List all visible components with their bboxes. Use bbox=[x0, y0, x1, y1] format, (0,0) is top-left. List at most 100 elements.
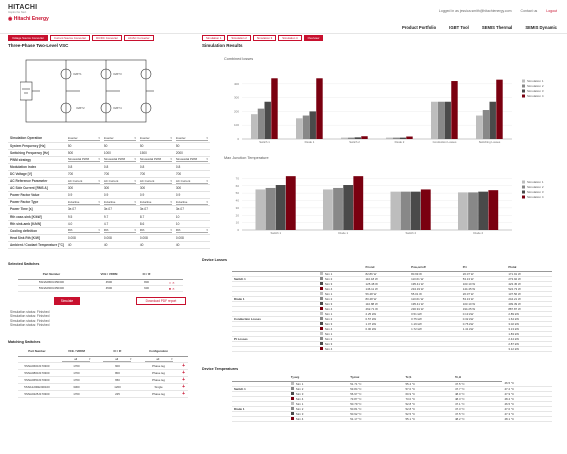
parameter-input[interactable]: 0.8 bbox=[68, 165, 72, 169]
tab-vsc[interactable]: Voltage Source Converter bbox=[8, 35, 49, 41]
parameter-input[interactable]: 0.8 bbox=[104, 165, 108, 169]
parameter-input[interactable]: 0.008 bbox=[68, 236, 76, 240]
parameter-select[interactable]: Rth bbox=[175, 228, 208, 234]
parameter-select[interactable]: Inverter bbox=[175, 136, 208, 141]
bar bbox=[458, 192, 468, 230]
parameter-input[interactable]: 300 bbox=[176, 186, 181, 190]
add-icon[interactable]: + bbox=[182, 370, 185, 376]
parameter-select[interactable]: Sinusoidal PWM bbox=[175, 157, 208, 163]
parameter-input[interactable]: 0.008 bbox=[104, 236, 112, 240]
tab-sim3[interactable]: Simulation 3 bbox=[252, 35, 277, 41]
parameter-input[interactable]: 50 bbox=[140, 144, 144, 148]
parameter-input[interactable]: 300 bbox=[104, 186, 109, 190]
tab-sim4[interactable]: Simulation 4 bbox=[278, 35, 302, 41]
parameter-input[interactable]: 0.8 bbox=[140, 165, 144, 169]
vce-value: 1700 bbox=[55, 369, 97, 377]
parameter-input[interactable]: 0.9 bbox=[68, 193, 72, 197]
tab-csc[interactable]: Current Source Converter bbox=[50, 35, 91, 41]
parameter-input[interactable]: 700 bbox=[104, 172, 109, 176]
parameter-input[interactable]: 700 bbox=[140, 172, 145, 176]
parameter-input[interactable]: 50 bbox=[104, 144, 108, 148]
parameter-select[interactable]: Inductive bbox=[175, 200, 208, 205]
add-icon[interactable]: + bbox=[182, 363, 185, 369]
cell-value: 55.1 °C bbox=[405, 416, 416, 421]
parameter-input[interactable]: 9.5 bbox=[68, 215, 72, 219]
parameter-input[interactable]: 40 bbox=[140, 243, 144, 247]
nav-semis-dynamic[interactable]: SEMIS Dynamic bbox=[525, 25, 557, 30]
parameter-input[interactable]: 40 bbox=[68, 243, 72, 247]
parameter-input[interactable]: 10 bbox=[176, 215, 180, 219]
table-row: Sim 4 3.12 kW bbox=[232, 346, 552, 352]
parameter-select[interactable]: Inverter bbox=[67, 136, 100, 141]
simulate-button[interactable]: Simulate bbox=[54, 297, 80, 305]
remove-circle-icon[interactable]: ○ × bbox=[169, 280, 175, 285]
parameter-select[interactable]: Inductive bbox=[103, 200, 136, 205]
download-pdf-button[interactable]: Download PDF report bbox=[136, 297, 186, 305]
parameter-select[interactable]: Inverter bbox=[139, 136, 172, 141]
product-logo[interactable]: ◉ Hitachi Energy bbox=[8, 16, 49, 22]
parameter-select[interactable]: Inductive bbox=[139, 200, 172, 205]
parameter-select[interactable]: AC Current bbox=[139, 179, 172, 184]
tab-sim2[interactable]: Simulation 2 bbox=[227, 35, 251, 41]
parameter-select[interactable]: Rth bbox=[67, 228, 100, 234]
tab-overview[interactable]: Overview bbox=[303, 35, 324, 41]
parameter-select[interactable]: Sinusoidal PWM bbox=[67, 157, 100, 163]
nav-igbt-tool[interactable]: IGBT Tool bbox=[449, 25, 469, 30]
bar bbox=[264, 101, 271, 139]
parameter-input[interactable]: 0.008 bbox=[140, 236, 148, 240]
parameter-select[interactable]: Inverter bbox=[103, 136, 136, 141]
parameter-input[interactable]: 700 bbox=[68, 172, 73, 176]
tab-dcdc[interactable]: DC/DC Converter bbox=[92, 35, 122, 41]
parameter-select[interactable]: AC Current bbox=[67, 179, 100, 184]
parameter-select[interactable]: Rth bbox=[103, 228, 136, 234]
parameter-input[interactable]: 1500 bbox=[140, 151, 147, 155]
parameter-input[interactable]: 50 bbox=[176, 144, 180, 148]
parameter-input[interactable]: 10 bbox=[176, 222, 180, 226]
parameter-select[interactable]: Sinusoidal PWM bbox=[103, 157, 136, 163]
parameter-input[interactable]: 0.9 bbox=[104, 193, 108, 197]
logout-link[interactable]: Logout bbox=[546, 9, 557, 13]
parameter-input[interactable]: 4.0 bbox=[68, 222, 72, 226]
parameter-select[interactable]: AC Current bbox=[175, 179, 208, 184]
parameter-select[interactable]: Inductive bbox=[67, 200, 100, 205]
add-icon[interactable]: + bbox=[182, 391, 185, 397]
parameter-input[interactable]: 3e-07 bbox=[68, 207, 76, 211]
parameter-input[interactable]: 300 bbox=[140, 186, 145, 190]
parameter-input[interactable]: 40 bbox=[104, 243, 108, 247]
parameter-input[interactable]: 300 bbox=[68, 186, 73, 190]
parameter-input[interactable]: 50 bbox=[68, 144, 72, 148]
parameter-input[interactable]: 0.9 bbox=[140, 193, 144, 197]
contact-link[interactable]: Contact us bbox=[521, 9, 538, 13]
parameter-input[interactable]: 3e-07 bbox=[140, 207, 148, 211]
tab-acac[interactable]: AC/AC Converter bbox=[123, 35, 154, 41]
tab-sim1[interactable]: Simulation 1 bbox=[202, 35, 226, 41]
parameter-input[interactable]: 40 bbox=[176, 243, 180, 247]
parameter-input[interactable]: 1000 bbox=[104, 151, 111, 155]
cell-value: 55.4 °C bbox=[405, 381, 416, 386]
parameter-input[interactable]: 0.008 bbox=[176, 236, 184, 240]
ic-filter-select[interactable]: all bbox=[103, 357, 132, 362]
parameter-input[interactable]: 3e-07 bbox=[104, 207, 112, 211]
hitachi-logo[interactable]: HITACHI bbox=[8, 4, 37, 11]
parameter-input[interactable]: 500 bbox=[68, 151, 73, 155]
parameter-input[interactable]: 700 bbox=[176, 172, 181, 176]
parameter-input[interactable]: 0.8 bbox=[176, 165, 180, 169]
remove-circle-icon[interactable]: ● × bbox=[169, 286, 175, 291]
parameter-input[interactable]: 3e-07 bbox=[176, 207, 184, 211]
parameter-input[interactable]: 8.7 bbox=[140, 215, 144, 219]
vce-filter-select[interactable]: all bbox=[62, 357, 91, 362]
add-icon[interactable]: + bbox=[182, 384, 185, 390]
config-filter-select[interactable]: all bbox=[144, 357, 173, 362]
nav-semis-thermal[interactable]: SEMIS Thermal bbox=[482, 25, 512, 30]
add-icon[interactable]: + bbox=[182, 377, 185, 383]
parameter-input[interactable]: 9.7 bbox=[104, 215, 108, 219]
parameter-select[interactable]: AC Current bbox=[103, 179, 136, 184]
parameter-select[interactable]: Rth bbox=[139, 228, 172, 234]
cell-value: 48.1 °C bbox=[504, 416, 515, 421]
parameter-input[interactable]: 4.7 bbox=[104, 222, 108, 226]
nav-product-portfolio[interactable]: Product Portfolio bbox=[402, 25, 436, 30]
parameter-input[interactable]: 8.6 bbox=[140, 222, 144, 226]
parameter-select[interactable]: Sinusoidal PWM bbox=[139, 157, 172, 163]
parameter-input[interactable]: 0.9 bbox=[176, 193, 180, 197]
parameter-input[interactable]: 2000 bbox=[176, 151, 183, 155]
